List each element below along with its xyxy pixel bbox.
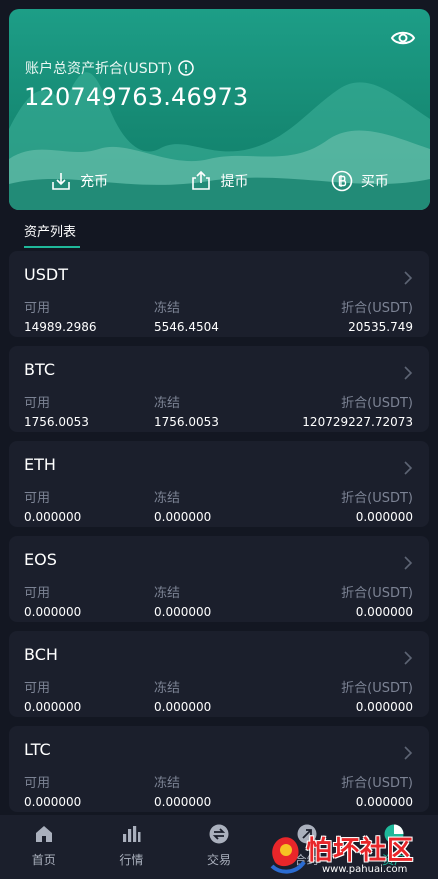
nav-item-market[interactable]: 行情 xyxy=(88,815,176,879)
asset-name: USDT xyxy=(24,265,68,284)
asset-list-tab[interactable]: 资产列表 xyxy=(24,221,76,240)
available-label: 可用 xyxy=(24,491,51,506)
nav-label: 首页 xyxy=(31,853,56,867)
frozen-value: 0.000000 xyxy=(154,700,212,714)
asset-card-eth[interactable]: ETH 可用 冻结 折合(USDT) 0.000000 0.000000 0.0… xyxy=(9,441,429,527)
converted-label: 折合(USDT) xyxy=(341,586,413,601)
withdraw-button[interactable]: 提币 xyxy=(190,170,248,192)
total-assets-card: 账户总资产折合(USDT) 120749763.46973 充币 提币 买币 xyxy=(9,9,430,210)
info-icon[interactable] xyxy=(178,60,195,76)
converted-label: 折合(USDT) xyxy=(341,491,413,506)
available-label: 可用 xyxy=(24,776,51,791)
frozen-label: 冻结 xyxy=(154,776,181,791)
deposit-icon xyxy=(52,173,70,190)
available-value: 0.000000 xyxy=(24,510,82,524)
assets-page: 账户总资产折合(USDT) 120749763.46973 充币 提币 买币 资… xyxy=(0,0,438,879)
withdraw-icon xyxy=(192,170,211,190)
frozen-label: 冻结 xyxy=(154,396,181,411)
available-value: 0.000000 xyxy=(24,700,82,714)
frozen-label: 冻结 xyxy=(154,301,181,316)
total-assets-value: 120749763.46973 xyxy=(24,83,249,111)
bitcoin-icon xyxy=(331,170,353,192)
chevron-right-icon xyxy=(404,461,413,475)
asset-name: BCH xyxy=(24,645,58,664)
converted-value: 0.000000 xyxy=(355,605,413,619)
withdraw-label: 提币 xyxy=(220,174,249,190)
chevron-right-icon xyxy=(404,556,413,570)
converted-value: 0.000000 xyxy=(355,510,413,524)
asset-card-bch[interactable]: BCH 可用 冻结 折合(USDT) 0.000000 0.000000 0.0… xyxy=(9,631,429,717)
converted-value: 0.000000 xyxy=(355,700,413,714)
frozen-label: 冻结 xyxy=(154,681,181,696)
asset-card-btc[interactable]: BTC 可用 冻结 折合(USDT) 1756.0053 1756.0053 1… xyxy=(9,346,429,432)
asset-list-tab-indicator xyxy=(24,246,80,248)
converted-value: 20535.749 xyxy=(348,320,413,334)
asset-card-usdt[interactable]: USDT 可用 冻结 折合(USDT) 14989.2986 5546.4504… xyxy=(9,251,429,337)
nav-item-trade[interactable]: 交易 xyxy=(175,815,263,879)
asset-name: LTC xyxy=(24,740,51,759)
frozen-value: 0.000000 xyxy=(154,605,212,619)
frozen-value: 0.000000 xyxy=(154,795,212,809)
available-label: 可用 xyxy=(24,586,51,601)
watermark-url: www.pahuai.com xyxy=(322,864,408,875)
hero-actions: 充币 提币 买币 xyxy=(9,164,430,198)
converted-label: 折合(USDT) xyxy=(341,301,413,316)
available-label: 可用 xyxy=(24,396,51,411)
deposit-button[interactable]: 充币 xyxy=(50,170,108,192)
available-label: 可用 xyxy=(24,301,51,316)
available-value: 14989.2986 xyxy=(24,320,97,334)
total-assets-label: 账户总资产折合(USDT) xyxy=(25,61,173,77)
available-value: 0.000000 xyxy=(24,605,82,619)
nav-item-home[interactable]: 首页 xyxy=(0,815,88,879)
total-assets-label-row: 账户总资产折合(USDT) xyxy=(25,58,195,78)
frozen-label: 冻结 xyxy=(154,491,181,506)
chevron-right-icon xyxy=(404,651,413,665)
watermark-text: 怕坏社区 xyxy=(306,836,415,866)
asset-name: BTC xyxy=(24,360,55,379)
nav-label: 行情 xyxy=(119,853,144,867)
asset-card-ltc[interactable]: LTC 可用 冻结 折合(USDT) 0.000000 0.000000 0.0… xyxy=(9,726,429,812)
available-label: 可用 xyxy=(24,681,51,696)
chevron-right-icon xyxy=(404,271,413,285)
asset-name: ETH xyxy=(24,455,56,474)
frozen-label: 冻结 xyxy=(154,586,181,601)
chevron-right-icon xyxy=(404,746,413,760)
market-icon xyxy=(123,826,141,842)
frozen-value: 1756.0053 xyxy=(154,415,219,429)
available-value: 0.000000 xyxy=(24,795,82,809)
buy-coin-label: 买币 xyxy=(360,174,389,190)
watermark-logo-icon xyxy=(270,837,306,874)
nav-label: 交易 xyxy=(206,853,231,867)
deposit-label: 充币 xyxy=(80,174,109,190)
watermark: 怕坏社区 www.pahuai.com xyxy=(266,828,438,879)
available-value: 1756.0053 xyxy=(24,415,89,429)
frozen-value: 0.000000 xyxy=(154,510,212,524)
converted-value: 0.000000 xyxy=(355,795,413,809)
converted-label: 折合(USDT) xyxy=(341,681,413,696)
converted-label: 折合(USDT) xyxy=(341,776,413,791)
converted-label: 折合(USDT) xyxy=(341,396,413,411)
chevron-right-icon xyxy=(404,366,413,380)
asset-card-eos[interactable]: EOS 可用 冻结 折合(USDT) 0.000000 0.000000 0.0… xyxy=(9,536,429,622)
converted-value: 120729227.72073 xyxy=(302,415,413,429)
asset-name: EOS xyxy=(24,550,57,569)
buy-coin-button[interactable]: 买币 xyxy=(331,170,389,192)
eye-icon[interactable] xyxy=(390,27,416,49)
home-icon xyxy=(35,826,52,842)
trade-icon xyxy=(209,824,229,844)
frozen-value: 5546.4504 xyxy=(154,320,219,334)
